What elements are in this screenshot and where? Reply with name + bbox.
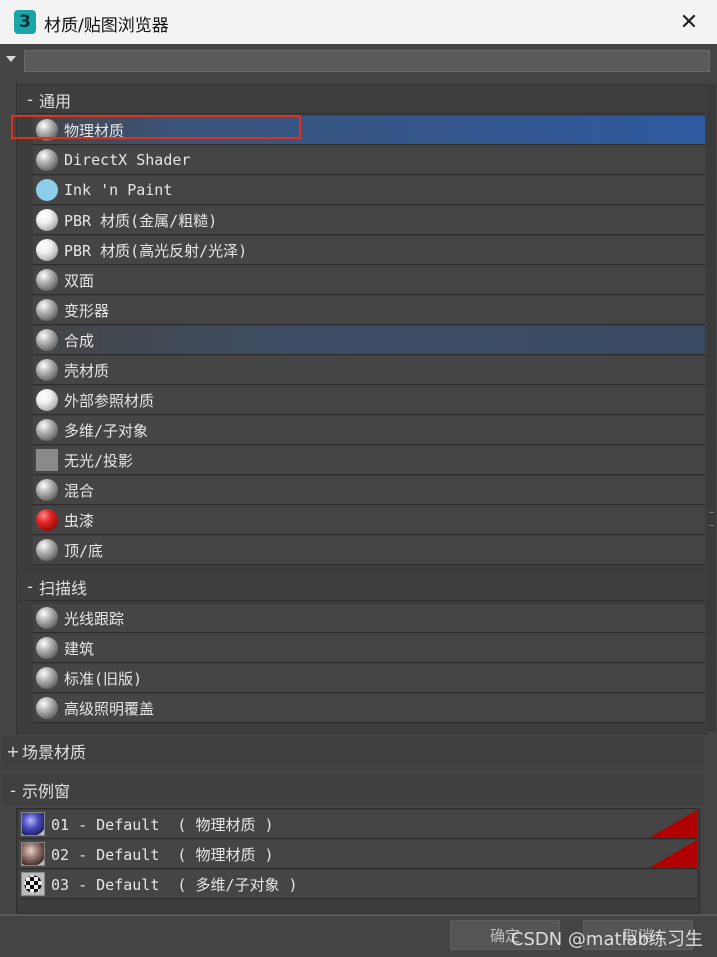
item-label: 无光/投影	[64, 451, 134, 470]
list-item-directx-shader[interactable]: DirectX Shader	[33, 146, 705, 175]
gray-sphere-icon	[36, 479, 58, 501]
gray-sphere-icon	[36, 329, 58, 351]
material-list-panel: - 通用 物理材质 DirectX Shader Ink 'n Paint PB…	[16, 84, 708, 734]
list-item-matte-shadow[interactable]: 无光/投影	[33, 446, 705, 475]
gray-sphere-icon	[36, 697, 58, 719]
list-item-architectural[interactable]: 建筑	[33, 634, 705, 663]
list-item-top-bottom[interactable]: 顶/底	[33, 536, 705, 565]
red-sphere-icon	[36, 509, 58, 531]
sample-slot-03[interactable]: 03 - Default ( 多维/子对象 )	[19, 870, 697, 899]
search-input[interactable]	[24, 50, 710, 72]
sample-slot-01[interactable]: 01 - Default ( 物理材质 )	[19, 810, 697, 839]
item-label: 建筑	[64, 639, 95, 658]
item-label: 顶/底	[64, 541, 104, 560]
group-title: 通用	[39, 91, 72, 111]
list-item-shell-material[interactable]: 壳材质	[33, 356, 705, 385]
group-header-scanline[interactable]: - 扫描线	[19, 573, 705, 601]
white-sphere-icon	[36, 209, 58, 231]
footer-divider	[0, 914, 717, 916]
list-item-double-sided[interactable]: 双面	[33, 266, 705, 295]
search-row	[0, 44, 717, 80]
gray-sphere-icon	[36, 637, 58, 659]
list-item-physical-material[interactable]: 物理材质	[33, 116, 705, 145]
item-label: Ink 'n Paint	[64, 181, 173, 199]
item-label: 双面	[64, 271, 95, 290]
item-label: 壳材质	[64, 361, 110, 380]
list-item-shellac[interactable]: 虫漆	[33, 506, 705, 535]
group-title: 扫描线	[39, 578, 88, 598]
item-label: 混合	[64, 481, 95, 500]
list-item-pbr-metal-rough[interactable]: PBR 材质(金属/粗糙)	[33, 206, 705, 235]
gray-sphere-icon	[36, 119, 58, 141]
gray-sphere-icon	[36, 607, 58, 629]
item-label: DirectX Shader	[64, 151, 191, 169]
gray-sphere-icon	[36, 539, 58, 561]
list-item-composite[interactable]: 合成	[33, 326, 705, 355]
white-sphere-icon	[36, 389, 58, 411]
list-item-pbr-spec-gloss[interactable]: PBR 材质(高光反射/光泽)	[33, 236, 705, 265]
item-label: 标准(旧版)	[64, 669, 143, 688]
list-item-morpher[interactable]: 变形器	[33, 296, 705, 325]
section-scene-materials[interactable]: + 场景材质	[2, 736, 704, 766]
watermark-text: CSDN @matlab练习生	[510, 929, 703, 950]
blue-circle-icon	[36, 179, 58, 201]
gray-sphere-icon	[36, 419, 58, 441]
item-label: 变形器	[64, 301, 110, 320]
section-title: 示例窗	[22, 782, 71, 801]
gray-sphere-icon	[36, 359, 58, 381]
list-item-standard-legacy[interactable]: 标准(旧版)	[33, 664, 705, 693]
white-sphere-icon	[36, 239, 58, 261]
list-item-advanced-lighting-override[interactable]: 高级照明覆盖	[33, 694, 705, 723]
list-item-blend[interactable]: 混合	[33, 476, 705, 505]
window-title: 材质/贴图浏览器	[44, 16, 169, 36]
item-label: 物理材质	[64, 121, 125, 140]
item-label: PBR 材质(高光反射/光泽)	[64, 241, 248, 260]
gray-sphere-icon	[36, 667, 58, 689]
slot-label: 02 - Default ( 物理材质 )	[51, 845, 274, 864]
list-scrollbar[interactable]	[707, 84, 716, 732]
item-label: 光线跟踪	[64, 609, 125, 628]
options-dropdown-icon[interactable]	[6, 56, 16, 62]
app-3dsmax-icon: 3	[14, 10, 36, 34]
list-item-multi-sub-object[interactable]: 多维/子对象	[33, 416, 705, 445]
item-label: 外部参照材质	[64, 391, 155, 410]
item-label: 虫漆	[64, 511, 95, 530]
list-item-ink-n-paint[interactable]: Ink 'n Paint	[33, 176, 705, 205]
collapse-toggle[interactable]: -	[21, 577, 39, 596]
expand-toggle[interactable]: +	[4, 742, 22, 761]
section-title: 场景材质	[22, 743, 87, 762]
title-bar: 3 材质/贴图浏览器 ✕	[0, 0, 717, 44]
gray-square-icon	[36, 449, 58, 471]
group-header-general[interactable]: - 通用	[19, 86, 705, 114]
close-icon[interactable]: ✕	[675, 8, 703, 36]
blue-sphere-thumb-icon	[21, 812, 45, 836]
sample-slot-02[interactable]: 02 - Default ( 物理材质 )	[19, 840, 697, 869]
hot-material-corner-icon	[649, 840, 697, 868]
list-item-raytrace[interactable]: 光线跟踪	[33, 604, 705, 633]
sample-slots-panel: 01 - Default ( 物理材质 ) 02 - Default ( 物理材…	[16, 808, 700, 914]
hot-material-corner-icon	[649, 810, 697, 838]
scrollbar-grip[interactable]	[709, 512, 714, 526]
list-item-xref-material[interactable]: 外部参照材质	[33, 386, 705, 415]
collapse-toggle[interactable]: -	[21, 90, 39, 109]
gray-sphere-icon	[36, 269, 58, 291]
collapse-toggle[interactable]: -	[4, 781, 22, 800]
slot-label: 03 - Default ( 多维/子对象 )	[51, 875, 298, 894]
item-label: PBR 材质(金属/粗糙)	[64, 211, 218, 230]
item-label: 多维/子对象	[64, 421, 149, 440]
checker-sphere-thumb-icon	[21, 872, 45, 896]
slot-label: 01 - Default ( 物理材质 )	[51, 815, 274, 834]
gray-sphere-icon	[36, 299, 58, 321]
section-sample-slots[interactable]: - 示例窗	[2, 775, 704, 805]
item-label: 高级照明覆盖	[64, 699, 155, 718]
brown-sphere-thumb-icon	[21, 842, 45, 866]
item-label: 合成	[64, 331, 95, 350]
gray-sphere-icon	[36, 149, 58, 171]
